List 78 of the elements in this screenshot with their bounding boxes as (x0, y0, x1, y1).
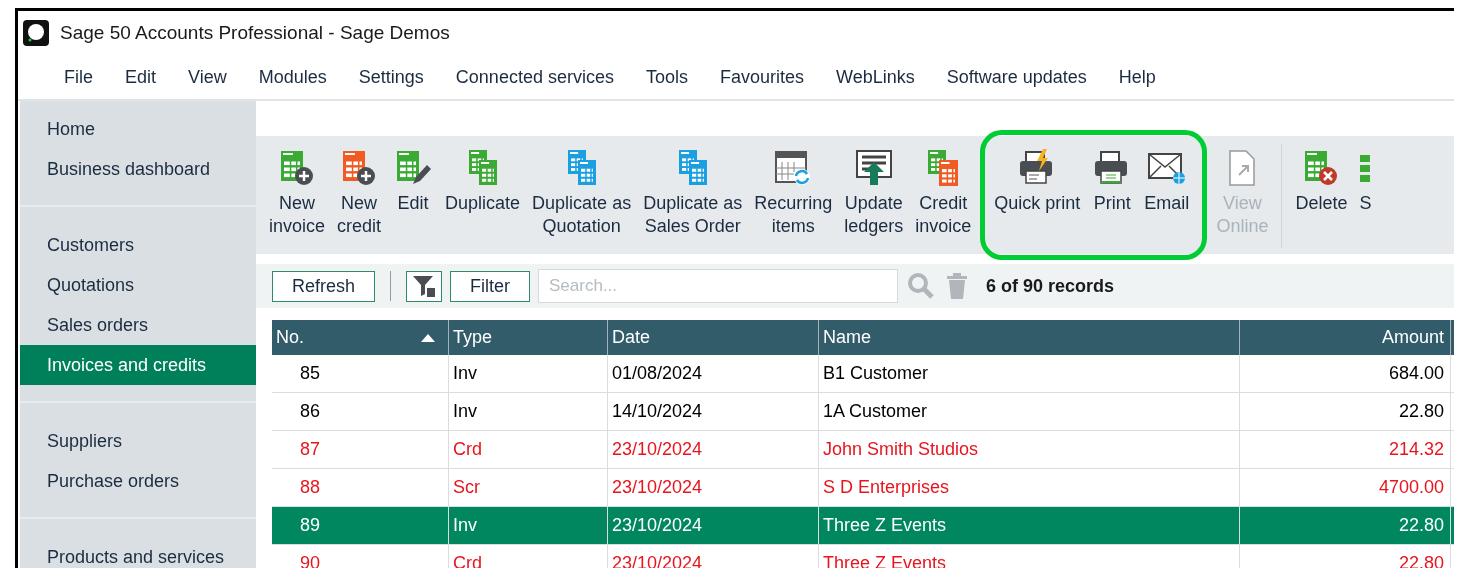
table-cell: 214.32 (1240, 431, 1451, 468)
toolbar-button[interactable]: Credit invoice (910, 144, 977, 254)
menu-item[interactable]: Connected services (439, 66, 630, 88)
table-cell: B1 Customer (819, 355, 1240, 392)
menu-item[interactable]: Tools (629, 66, 704, 88)
sidebar-item[interactable]: Business dashboard (20, 149, 256, 189)
menu-item[interactable]: Help (1102, 66, 1172, 88)
table-cell: 23/10/2024 (608, 431, 819, 468)
menu-item[interactable]: File (48, 66, 109, 88)
table-cell: John Smith Studios (819, 431, 1240, 468)
toolbar-button[interactable]: New credit (332, 144, 387, 254)
toolbar-button[interactable]: Duplicate as Sales Order (638, 144, 748, 254)
table-cell: Three Z Events (819, 507, 1240, 544)
table-cell: S D Enterprises (819, 469, 1240, 506)
funnel-icon (411, 273, 438, 299)
upload-arrow-icon (853, 148, 894, 188)
column-header[interactable]: Name (819, 320, 1240, 355)
sidebar-item[interactable]: Purchase orders (20, 461, 256, 501)
app-logo-icon (22, 19, 50, 47)
toolbar-button[interactable]: Duplicate as Quotation (527, 144, 637, 254)
menu-item[interactable]: View (172, 66, 243, 88)
sidebar-item[interactable]: Customers (20, 225, 256, 265)
column-header[interactable]: Type (449, 320, 608, 355)
menu-item[interactable]: Edit (109, 66, 173, 88)
menu-item[interactable]: Settings (342, 66, 440, 88)
table-cell: 85 (272, 355, 449, 392)
table-cell: Inv (449, 355, 608, 392)
toolbar-button[interactable]: Recurring items (749, 144, 838, 254)
sidebar-item[interactable]: Quotations (20, 265, 256, 305)
table-cell: 87 (272, 431, 449, 468)
sidebar-item[interactable]: Products and services (20, 537, 256, 568)
table-cell: 684.00 (1240, 355, 1451, 392)
table-cell: 23/10/2024 (608, 507, 819, 544)
table-row[interactable]: 86 Inv 14/10/2024 1A Customer 22.80 (272, 393, 1454, 431)
record-count: 6 of 90 records (986, 275, 1115, 297)
table-cell: 23/10/2024 (608, 469, 819, 506)
toolbar-button[interactable]: Update ledgers (839, 144, 909, 254)
column-header[interactable]: No. (272, 320, 449, 355)
menu-item[interactable]: Software updates (930, 66, 1103, 88)
table-cell: 89 (272, 507, 449, 544)
column-header[interactable]: Date (608, 320, 819, 355)
table-cell: Scr (449, 469, 608, 506)
table-cell: 86 (272, 393, 449, 430)
toolbar-button[interactable]: Delete (1290, 144, 1353, 254)
table-cell: 4700.00 (1240, 469, 1451, 506)
table-row[interactable]: 89 Inv 23/10/2024 Three Z Events 22.80 (272, 507, 1454, 545)
filter-button[interactable]: Filter (450, 270, 531, 302)
toolbar-button[interactable]: New invoice (264, 144, 331, 254)
window-title: Sage 50 Accounts Professional - Sage Demos (60, 22, 450, 44)
toolbar-button[interactable]: Quick print (989, 144, 1086, 255)
spreadsheet-icon (1360, 154, 1371, 182)
table-cell: 01/08/2024 (608, 355, 819, 392)
table-cell: Inv (449, 393, 608, 430)
search-field[interactable]: Search... (538, 269, 899, 303)
refresh-button[interactable]: Refresh (272, 270, 376, 302)
menu-item[interactable]: Favourites (703, 66, 820, 88)
table-cell: 1A Customer (819, 393, 1240, 430)
toolbar-button[interactable]: Email (1139, 144, 1195, 255)
table-row[interactable]: 85 Inv 01/08/2024 B1 Customer 684.00 (272, 355, 1454, 393)
table-cell: 14/10/2024 (608, 393, 819, 430)
table-row[interactable]: 87 Crd 23/10/2024 John Smith Studios 214.32 (272, 431, 1454, 469)
sidebar-item[interactable]: Invoices and credits (20, 345, 256, 385)
table-cell: 22.80 (1240, 507, 1451, 544)
sidebar-item[interactable]: Sales orders (20, 305, 256, 345)
table-cell: Crd (449, 431, 608, 468)
toolbar-button[interactable]: S (1354, 144, 1377, 254)
filter-icon-button[interactable] (406, 270, 443, 302)
table-cell: 88 (272, 469, 449, 506)
table-cell: 22.80 (1240, 393, 1451, 430)
menu-item[interactable]: Modules (242, 66, 343, 88)
toolbar-button[interactable]: Duplicate (440, 144, 526, 254)
toolbar-button[interactable]: Print (1087, 144, 1138, 255)
menu-item[interactable]: WebLinks (820, 66, 931, 88)
sidebar-item[interactable]: Home (20, 109, 256, 149)
sidebar-item[interactable]: Suppliers (20, 421, 256, 461)
column-header[interactable]: Amount (1240, 320, 1451, 355)
table-cell: Inv (449, 507, 608, 544)
toolbar-button[interactable]: Edit (388, 144, 439, 254)
